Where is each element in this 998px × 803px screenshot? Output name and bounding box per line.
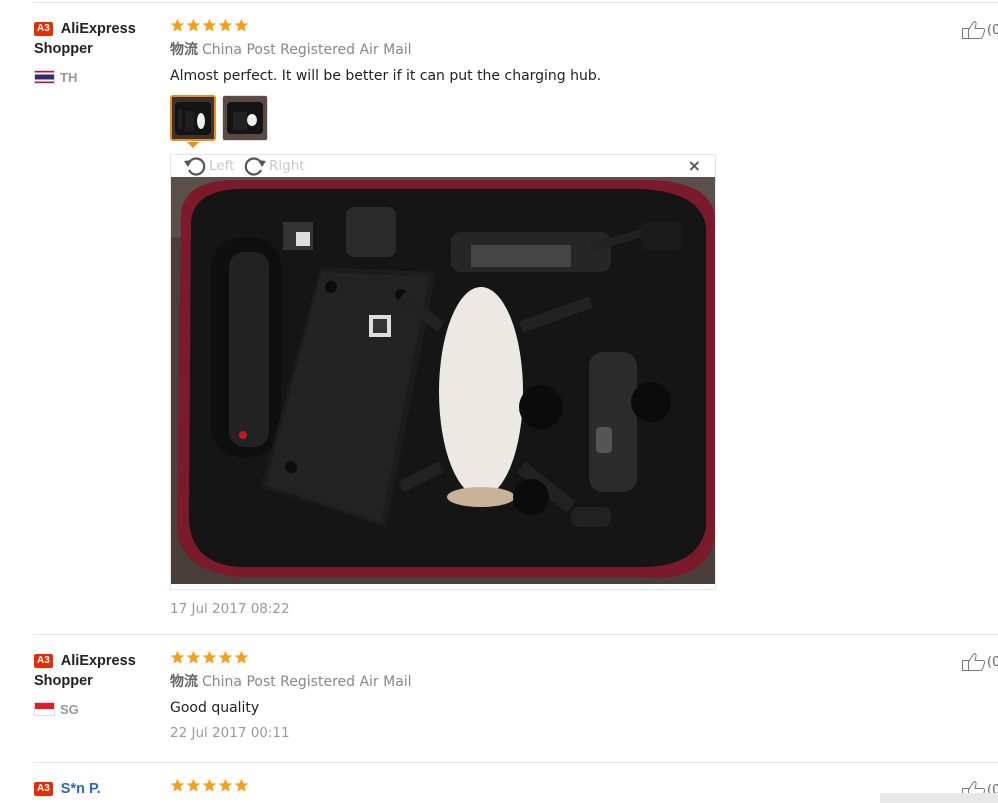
logistics-info: 物流 China Post Registered Air Mail xyxy=(170,41,790,59)
star-icon xyxy=(170,18,185,32)
buyer-level-badge: A3 xyxy=(34,782,53,796)
thailand-flag-icon xyxy=(34,70,55,84)
rotate-left-button[interactable]: Left xyxy=(183,155,234,177)
review-image-viewer: Left Right × xyxy=(170,154,716,590)
viewer-toolbar: Left Right × xyxy=(171,155,715,177)
logistics-label: 物流 xyxy=(170,674,198,690)
bottom-scroll-element[interactable] xyxy=(880,793,998,803)
star-rating xyxy=(170,778,790,796)
review-date: 17 Jul 2017 08:22 xyxy=(170,601,290,617)
star-icon xyxy=(234,778,249,792)
review-thumbnail[interactable] xyxy=(222,95,268,141)
thumbnail-image xyxy=(172,97,214,139)
star-icon xyxy=(234,18,249,32)
review-photo xyxy=(171,177,715,584)
thumbnail-image xyxy=(223,96,267,140)
top-divider xyxy=(33,2,998,3)
rotate-right-label: Right xyxy=(269,158,305,174)
reviewer-info: A3 AliExpress Shopper SG xyxy=(34,650,164,717)
close-icon[interactable]: × xyxy=(688,158,701,174)
helpful-button[interactable]: (0 xyxy=(961,19,998,41)
logistics-label: 物流 xyxy=(170,42,198,58)
star-icon xyxy=(170,650,185,664)
star-icon xyxy=(202,18,217,32)
thumbs-up-icon xyxy=(962,653,986,671)
review-thumbnail[interactable] xyxy=(170,95,216,141)
review-content: 物流 China Post Registered Air Mail Almost … xyxy=(170,18,790,148)
buyer-level-badge: A3 xyxy=(34,654,53,668)
review-text: Good quality xyxy=(170,700,260,716)
rotate-left-icon xyxy=(184,157,206,176)
reviewer-name: AliExpress xyxy=(60,653,136,669)
reviewer-name: AliExpress xyxy=(60,21,136,37)
review-text: Almost perfect. It will be better if it … xyxy=(170,68,602,84)
star-rating xyxy=(170,18,790,36)
star-icon xyxy=(202,650,217,664)
logistics-value: China Post Registered Air Mail xyxy=(202,674,412,690)
star-icon xyxy=(234,650,249,664)
logistics-value: China Post Registered Air Mail xyxy=(202,42,412,58)
star-icon xyxy=(218,18,233,32)
reviewer-country: SG xyxy=(34,699,164,717)
rotate-right-button[interactable]: Right xyxy=(243,155,305,177)
buyer-level-badge: A3 xyxy=(34,22,53,36)
star-icon xyxy=(218,650,233,664)
country-code: SG xyxy=(60,702,79,717)
thumbs-up-icon xyxy=(962,21,986,39)
review-divider xyxy=(33,634,998,635)
star-icon xyxy=(186,18,201,32)
review-content: 物流 China Post Registered Air Mail Good qu… xyxy=(170,650,790,742)
drone-case-photo xyxy=(171,177,715,584)
review-thumbnails xyxy=(170,95,790,148)
country-code: TH xyxy=(60,70,78,85)
star-rating xyxy=(170,650,790,668)
logistics-info: 物流 China Post Registered Air Mail xyxy=(170,673,790,691)
helpful-count: (0 xyxy=(987,22,998,38)
reviewer-info: A3 S*n P. xyxy=(34,778,164,799)
star-icon xyxy=(202,778,217,792)
reviewer-name-line2: Shopper xyxy=(34,673,93,689)
star-icon xyxy=(218,778,233,792)
star-icon xyxy=(170,778,185,792)
reviewer-info: A3 AliExpress Shopper TH xyxy=(34,18,164,85)
star-icon xyxy=(186,650,201,664)
helpful-count: (0 xyxy=(987,654,998,670)
reviewer-country: TH xyxy=(34,67,164,85)
review-divider xyxy=(33,762,998,763)
reviewer-name[interactable]: S*n P. xyxy=(61,781,101,797)
review-date: 22 Jul 2017 00:11 xyxy=(170,725,290,741)
singapore-flag-icon xyxy=(34,702,55,716)
reviewer-name-line2: Shopper xyxy=(34,41,93,57)
active-thumb-pointer xyxy=(187,142,199,148)
rotate-right-icon xyxy=(244,157,266,176)
review-content xyxy=(170,778,790,796)
star-icon xyxy=(186,778,201,792)
rotate-left-label: Left xyxy=(209,158,235,174)
helpful-button[interactable]: (0 xyxy=(961,651,998,673)
